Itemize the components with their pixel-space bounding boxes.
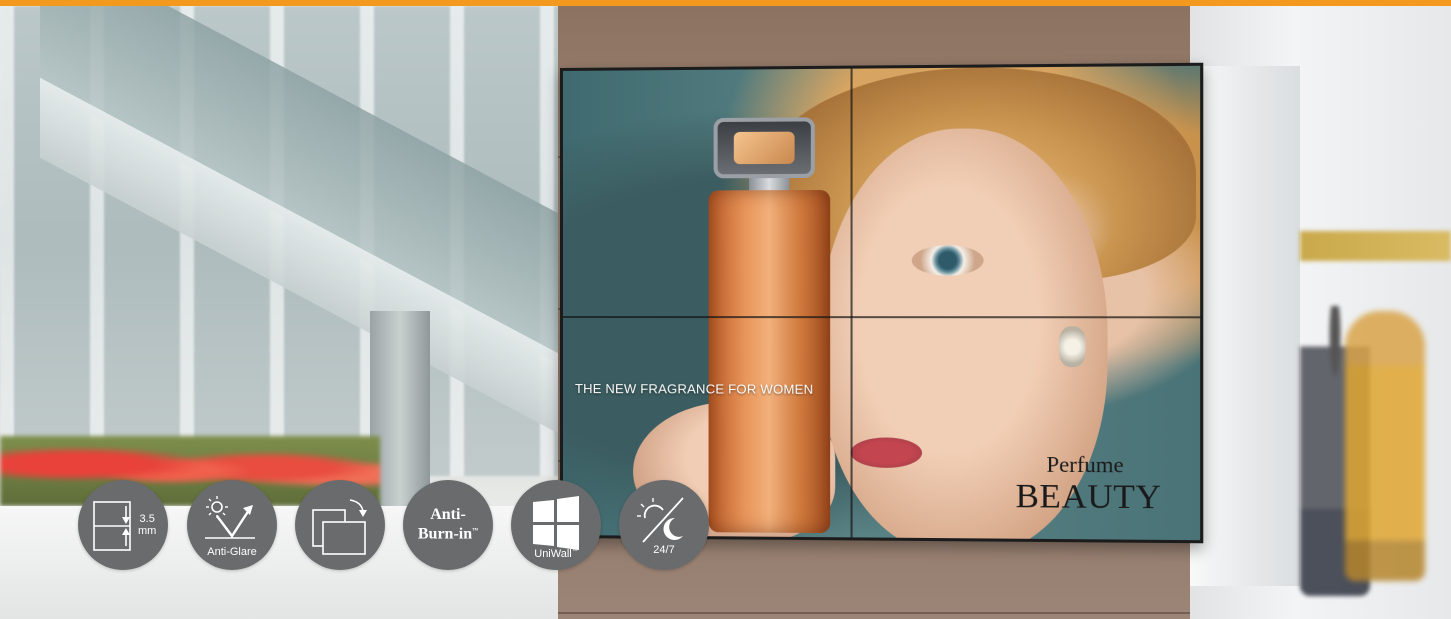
feature-rotation (295, 480, 385, 570)
sun-moon-icon (637, 497, 684, 543)
anti-burn-in-line1: Anti- (430, 506, 466, 523)
glass-panel (1190, 66, 1300, 586)
panel-seam-vertical (850, 68, 853, 538)
earring (1058, 326, 1086, 368)
bezel-value: 3.5 mm (138, 513, 156, 537)
bottle-cap (713, 117, 815, 179)
anti-burn-in-label: Anti- Burn-in™ (403, 506, 493, 542)
feature-24-7: 24/7 (619, 480, 709, 570)
ad-tagline: THE NEW FRAGRANCE FOR WOMEN (574, 381, 814, 397)
video-wall-content: THE NEW FRAGRANCE FOR WOMEN Perfume BEAU… (562, 65, 1201, 541)
uniwall-label: UniWall™ (511, 548, 601, 560)
anti-burn-in-line2: Burn-in (417, 525, 473, 543)
model-lips (850, 437, 923, 469)
feature-anti-burn-in: Anti- Burn-in™ (403, 480, 493, 570)
video-wall: THE NEW FRAGRANCE FOR WOMEN Perfume BEAU… (560, 62, 1204, 544)
panel-seam-horizontal (562, 316, 1201, 319)
model-eye (911, 245, 984, 276)
rotate-screens-icon (312, 499, 367, 555)
anti-glare-label: Anti-Glare (207, 546, 257, 558)
feature-anti-glare: Anti-Glare (187, 480, 277, 570)
uniwall-text: UniWall (534, 548, 572, 560)
bezel-unit: mm (138, 525, 157, 537)
shopfront (1300, 231, 1451, 261)
ad-brand-line1: Perfume (1046, 451, 1124, 478)
ad-brand-line2: BEAUTY (1015, 477, 1162, 517)
24-7-label: 24/7 (653, 544, 675, 556)
bezel-size: 3.5 (139, 513, 155, 525)
walking-person (1345, 311, 1425, 581)
feature-uniwall: UniWall™ (511, 480, 601, 570)
feature-narrow-bezel: 3.5 mm (78, 480, 168, 570)
trademark: ™ (472, 528, 479, 534)
trademark: ™ (571, 548, 578, 555)
perfume-bottle (708, 189, 831, 534)
feature-badges: 3.5 mm Anti-Glare Anti- Burn-in™ UniWall… (78, 480, 718, 572)
